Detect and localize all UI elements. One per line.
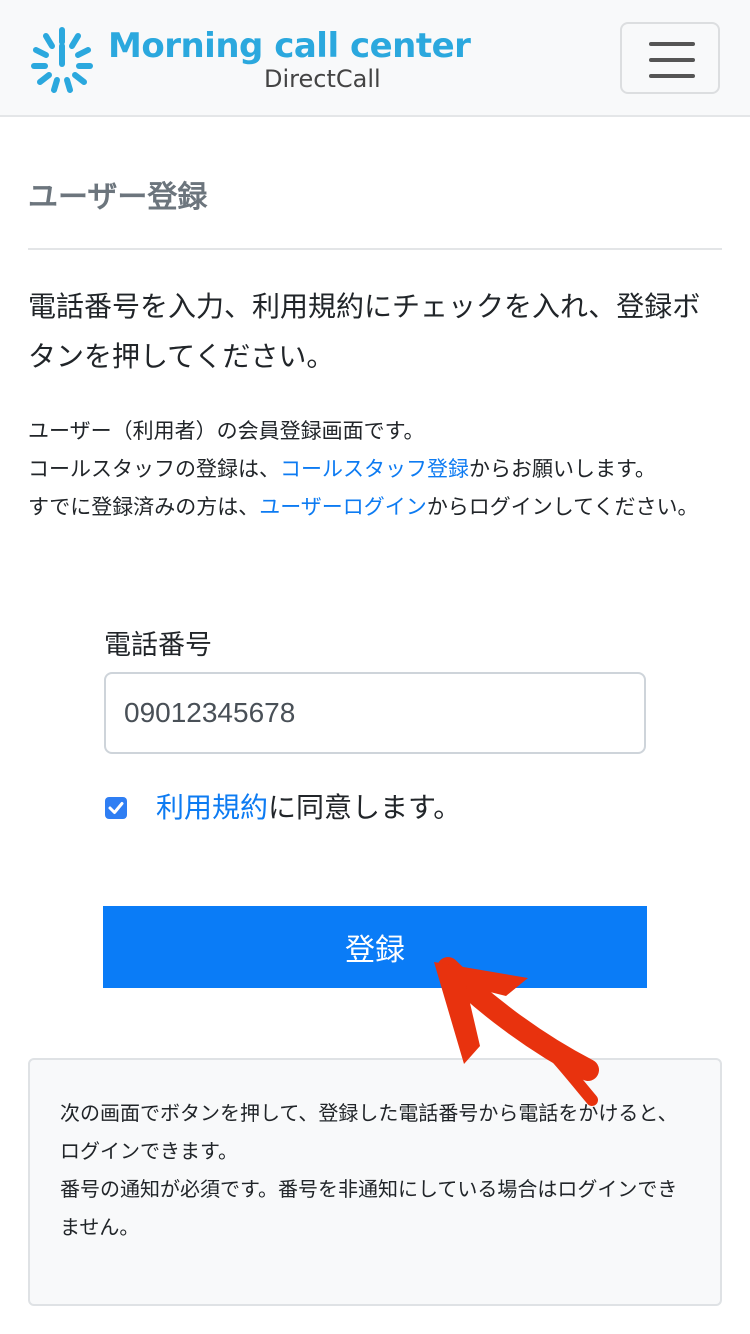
terms-agree-label: 利用規約に同意します。 (156, 791, 462, 824)
page-title: ユーザー登録 (28, 180, 208, 215)
register-button[interactable]: 登録 (103, 906, 647, 988)
info-line-3: すでに登録済みの方は、ユーザーログインからログインしてください。 (28, 495, 699, 519)
navbar: Morning call center DirectCall (0, 0, 750, 117)
staff-register-link[interactable]: コールスタッフ登録 (280, 457, 469, 481)
brand-logo[interactable]: Morning call center DirectCall (26, 24, 471, 96)
title-divider (28, 248, 722, 250)
terms-checkbox[interactable] (105, 797, 127, 819)
info-text: ユーザー（利用者）の会員登録画面です。 コールスタッフの登録は、コールスタッフ登… (28, 412, 728, 526)
instruction-text: 電話番号を入力、利用規約にチェックを入れ、登録ボタンを押してください。 (28, 290, 701, 373)
info-line-2: コールスタッフの登録は、コールスタッフ登録からお願いします。 (28, 457, 656, 481)
notice-line-2: 番号の通知が必須です。番号を非通知にしている場合はログインできません。 (60, 1177, 678, 1239)
sun-burst-icon (31, 27, 93, 93)
notice-line-1: 次の画面でボタンを押して、登録した電話番号から電話をかけると、ログインできます。 (60, 1101, 678, 1163)
phone-input[interactable] (104, 672, 646, 754)
notice-box: 次の画面でボタンを押して、登録した電話番号から電話をかけると、ログインできます。… (28, 1058, 722, 1306)
terms-link[interactable]: 利用規約 (156, 791, 268, 824)
notice-text: 次の画面でボタンを押して、登録した電話番号から電話をかけると、ログインできます。… (60, 1094, 696, 1246)
menu-toggle-button[interactable] (620, 22, 720, 94)
brand-subtitle: DirectCall (264, 65, 381, 93)
phone-label: 電話番号 (104, 630, 212, 661)
info-line-1: ユーザー（利用者）の会員登録画面です。 (28, 419, 425, 443)
check-icon (108, 802, 124, 814)
brand-title: Morning call center (108, 26, 471, 66)
user-login-link[interactable]: ユーザーログイン (259, 495, 427, 519)
